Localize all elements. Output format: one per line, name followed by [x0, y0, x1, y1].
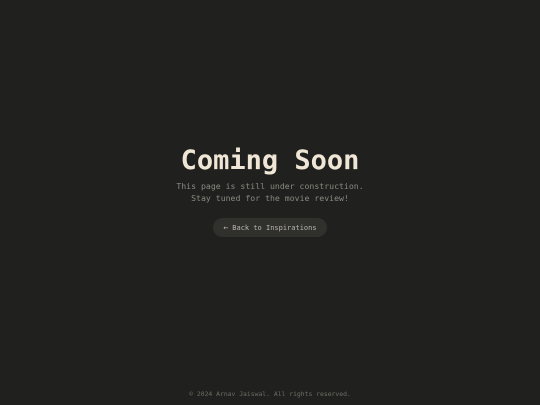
- copyright-text: © 2024 Arnav Jaiswal. All rights reserve…: [189, 390, 351, 398]
- subtitle-line-2: Stay tuned for the movie review!: [191, 193, 349, 203]
- coming-soon-section: Coming Soon This page is still under con…: [0, 143, 540, 237]
- arrow-left-icon: ←: [223, 222, 229, 232]
- subtitle-line-1: This page is still under construction.: [176, 181, 364, 191]
- back-button-label: Back to Inspirations: [232, 223, 317, 232]
- page-subtitle: This page is still under construction. S…: [0, 180, 540, 204]
- page-title: Coming Soon: [180, 145, 360, 176]
- back-to-inspirations-button[interactable]: ← Back to Inspirations: [213, 218, 327, 237]
- footer: © 2024 Arnav Jaiswal. All rights reserve…: [0, 389, 540, 399]
